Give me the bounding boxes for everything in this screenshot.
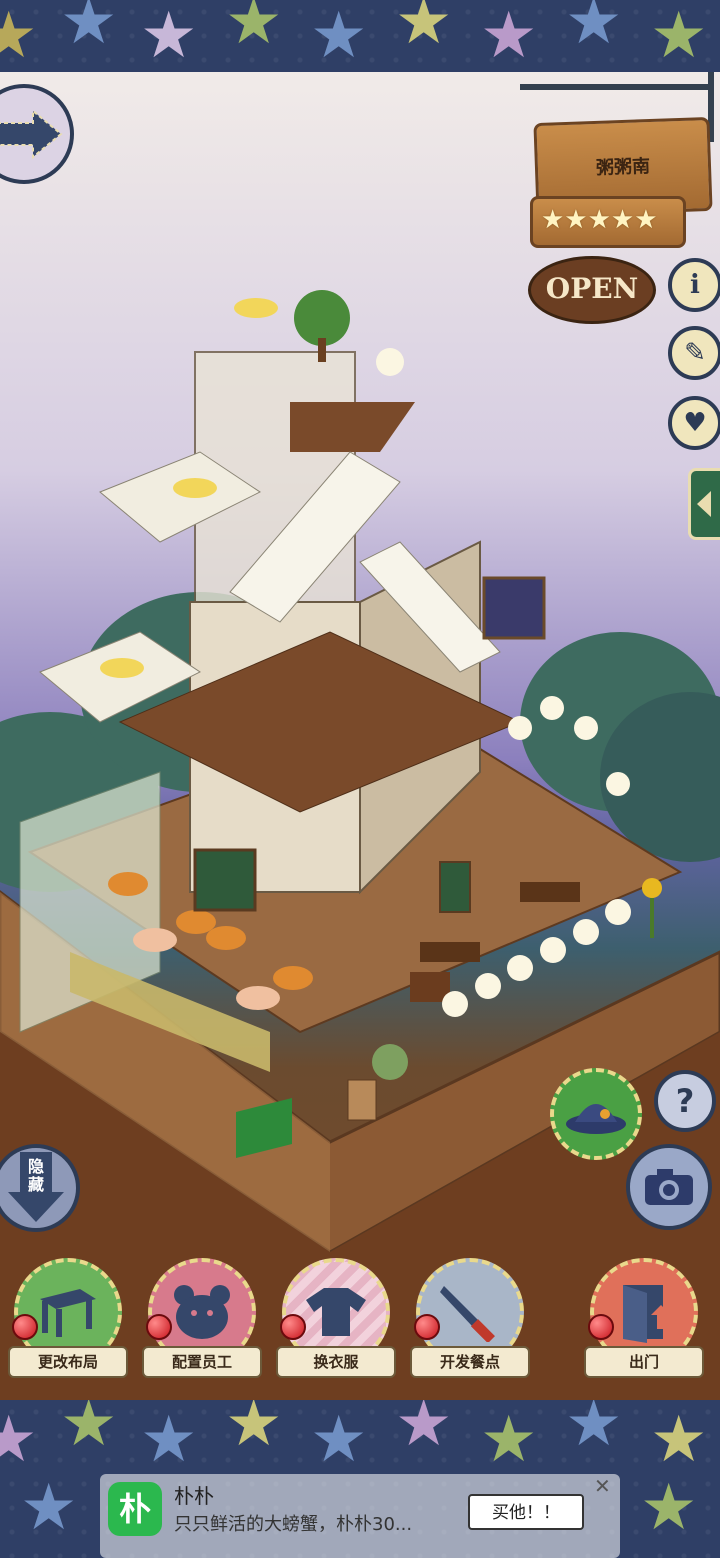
go-out-label: 出门	[584, 1346, 704, 1378]
arrow-right-icon	[0, 109, 63, 159]
side-tab[interactable]	[688, 468, 720, 540]
knife-icon	[440, 1286, 495, 1342]
message-button[interactable]: ♥	[668, 396, 720, 450]
open-label: OPEN	[545, 272, 639, 305]
open-sign[interactable]: OPEN	[528, 256, 656, 324]
ad-description: 只只鲜活的大螃蟹，朴朴30...	[174, 1514, 413, 1535]
bear-icon	[174, 1285, 230, 1339]
pin-icon	[414, 1314, 440, 1340]
change-clothes-label: 换衣服	[276, 1346, 396, 1378]
pin-icon	[280, 1314, 306, 1340]
close-icon[interactable]: ✕	[594, 1474, 611, 1498]
pin-icon	[146, 1314, 172, 1340]
develop-dishes-label: 开发餐点	[410, 1346, 530, 1378]
develop-dishes-button[interactable]: 开发餐点	[410, 1258, 530, 1388]
outfit-shop-button[interactable]	[550, 1068, 642, 1160]
camera-button[interactable]	[626, 1144, 712, 1230]
help-icon: ?	[675, 1082, 695, 1120]
hat-icon	[566, 1104, 626, 1134]
pin-icon	[588, 1314, 614, 1340]
book-icon: ✎	[684, 338, 706, 368]
help-button[interactable]: ?	[654, 1070, 716, 1132]
heart-icon: ♥	[683, 408, 707, 438]
change-layout-button[interactable]: 更改布局	[8, 1258, 128, 1388]
assign-staff-button[interactable]: 配置员工	[142, 1258, 262, 1388]
info-button[interactable]: i	[668, 258, 720, 312]
go-out-button[interactable]: 出门	[584, 1258, 704, 1388]
arrow-left-icon	[697, 491, 711, 517]
cafe-scene[interactable]: 粥粥南 ★★★★★ OPEN i ✎ ♥ 隐藏 ? 更改布局 配置员工 换衣服 …	[0, 72, 720, 1400]
pin-icon	[12, 1314, 38, 1340]
shop-name: 粥粥南	[595, 156, 651, 179]
change-layout-label: 更改布局	[8, 1346, 128, 1378]
recipe-book-button[interactable]: ✎	[668, 326, 720, 380]
shirt-icon	[306, 1288, 366, 1336]
rating-stars: ★★★★★	[541, 205, 658, 235]
ad-title: 朴朴	[174, 1484, 214, 1508]
camera-icon	[645, 1169, 693, 1205]
info-icon: i	[690, 270, 700, 300]
assign-staff-label: 配置员工	[142, 1346, 262, 1378]
door-icon	[623, 1285, 671, 1343]
rating-sign: ★★★★★	[530, 196, 686, 248]
hide-label: 隐藏	[27, 1157, 44, 1194]
app-logo-icon: 朴	[108, 1482, 162, 1536]
table-icon	[40, 1289, 96, 1337]
top-star-border: ★ ★ ★ ★ ★ ★ ★ ★ ★	[0, 0, 720, 72]
ad-banner[interactable]: 朴 朴朴 只只鲜活的大螃蟹，朴朴30... 买他！！ ✕	[100, 1474, 620, 1558]
ad-cta-button[interactable]: 买他！！	[468, 1494, 584, 1530]
change-clothes-button[interactable]: 换衣服	[276, 1258, 396, 1388]
sign-bracket	[520, 84, 710, 90]
